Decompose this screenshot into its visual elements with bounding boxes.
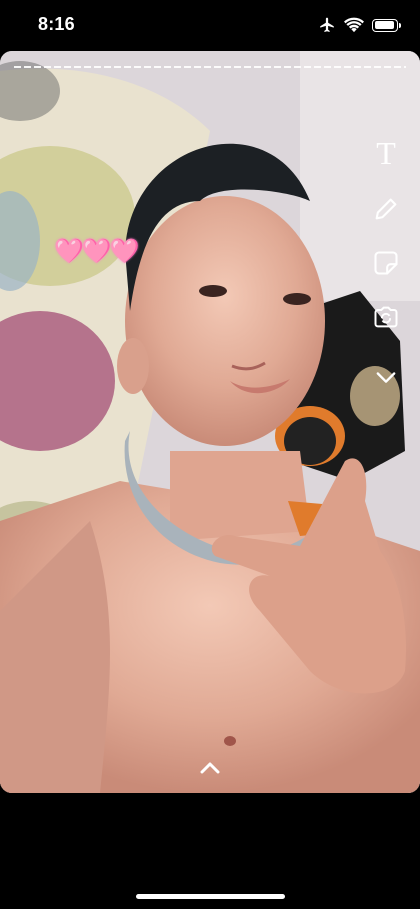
chevron-up-icon[interactable]	[198, 760, 222, 776]
camera-flip-button[interactable]	[370, 301, 402, 333]
home-indicator[interactable]	[136, 894, 285, 899]
airplane-mode-icon	[320, 17, 334, 32]
selfie-photo	[0, 51, 420, 793]
heart-sticker[interactable]: 🩷🩷🩷	[54, 237, 140, 266]
story-progress-bar	[14, 66, 406, 68]
status-bar: 8:16	[0, 0, 420, 50]
camera-flip-icon	[374, 306, 398, 328]
chevron-down-icon	[376, 372, 396, 383]
more-tools-button[interactable]	[370, 361, 402, 393]
sticker-icon	[374, 251, 398, 275]
pencil-icon	[375, 198, 397, 220]
wifi-icon	[344, 17, 364, 33]
battery-icon	[372, 18, 401, 32]
text-tool-icon: T	[376, 135, 396, 171]
pencil-tool-button[interactable]	[370, 193, 402, 225]
sticker-tool-button[interactable]	[370, 247, 402, 279]
text-tool-button[interactable]: T	[370, 137, 402, 169]
snap-viewer[interactable]: 🩷🩷🩷 T	[0, 51, 420, 793]
status-time: 8:16	[38, 14, 75, 34]
battery-level-fill	[374, 21, 394, 29]
status-icons	[318, 16, 401, 34]
